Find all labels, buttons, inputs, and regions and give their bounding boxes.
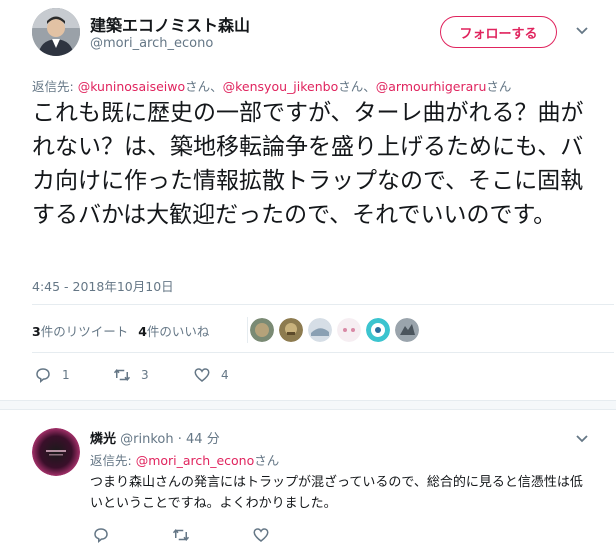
author-handle[interactable]: @mori_arch_econo [90,36,213,51]
retweet-count: 3 [141,368,149,382]
liker-avatar[interactable] [279,318,303,342]
reply-text: つまり森山さんの発言にはトラップが混ざっているので、総合的に見ると信憑性は低いと… [90,475,583,511]
retweet-button[interactable]: 3 [113,366,149,384]
like-count: 4 [221,368,229,382]
liker-avatar[interactable] [308,318,332,342]
liker-avatar[interactable] [250,318,274,342]
reply-button[interactable]: 1 [34,366,70,384]
retweets-count: 3 [32,323,41,339]
author-display-name[interactable]: 建築エコノミスト森山 [90,12,250,36]
reply-icon [94,528,108,544]
mention-suffix: さん、 [338,79,376,94]
heart-icon [253,528,269,542]
likes-stat[interactable]: 4件のいいね [138,321,209,340]
mention-suffix: さん、 [185,79,223,94]
chevron-down-icon[interactable] [576,434,588,444]
retweets-stat[interactable]: 3件のリツイート [32,321,128,340]
retweet-icon [113,368,131,382]
mention-link[interactable]: @armourhigeraru [376,79,487,94]
section-separator [0,400,616,410]
likes-label: 件のいいね [146,323,210,339]
reply-count: 1 [62,368,70,382]
reply-to-label: 返信先: [90,453,136,468]
reply-author-display-name[interactable]: 燐光 [90,432,116,447]
likers-avatars [250,318,424,342]
chevron-down-icon[interactable] [576,26,588,36]
like-button[interactable] [252,526,280,544]
liker-avatar[interactable] [366,318,390,342]
mention-suffix: さん [254,453,280,468]
mention-link[interactable]: @mori_arch_econo [136,453,255,468]
reply-icon [36,368,50,384]
divider [32,304,614,305]
like-button[interactable]: 4 [193,366,229,384]
retweet-button[interactable] [172,526,200,544]
liker-avatar[interactable] [337,318,361,342]
likes-count: 4 [138,323,147,339]
reply-to-label: 返信先: [32,79,78,94]
reply-author-avatar[interactable] [32,428,80,476]
follow-button[interactable]: フォローする [440,16,557,48]
reply-author-handle[interactable]: @rinkoh [120,432,173,447]
reply-time[interactable]: · 44 分 [178,432,220,447]
engagement-stats: 3件のリツイート 4件のいいね [32,318,209,342]
tweet-timestamp[interactable]: 4:45 - 2018年10月10日 [32,276,174,295]
reply-to-line: 返信先: @kuninosaiseiwoさん、@kensyou_jikenboさ… [32,76,511,95]
mention-link[interactable]: @kuninosaiseiwo [78,79,185,94]
reply-to-line: 返信先: @mori_arch_econoさん [90,450,279,469]
liker-avatar[interactable] [395,318,419,342]
retweets-label: 件のリツイート [40,323,129,339]
mention-suffix: さん [486,79,512,94]
heart-icon [194,368,210,382]
tweet-text: これも既に歴史の一部ですが、ターレ曲がれる？曲がれない？は、築地移転論争を盛り上… [32,100,584,228]
divider [32,352,614,353]
retweet-icon [172,528,190,542]
reply-button[interactable] [92,526,120,544]
author-avatar[interactable] [32,8,80,56]
reply-author-line: 燐光 @rinkoh · 44 分 [90,428,220,447]
divider [247,317,248,343]
mention-link[interactable]: @kensyou_jikenbo [223,79,339,94]
